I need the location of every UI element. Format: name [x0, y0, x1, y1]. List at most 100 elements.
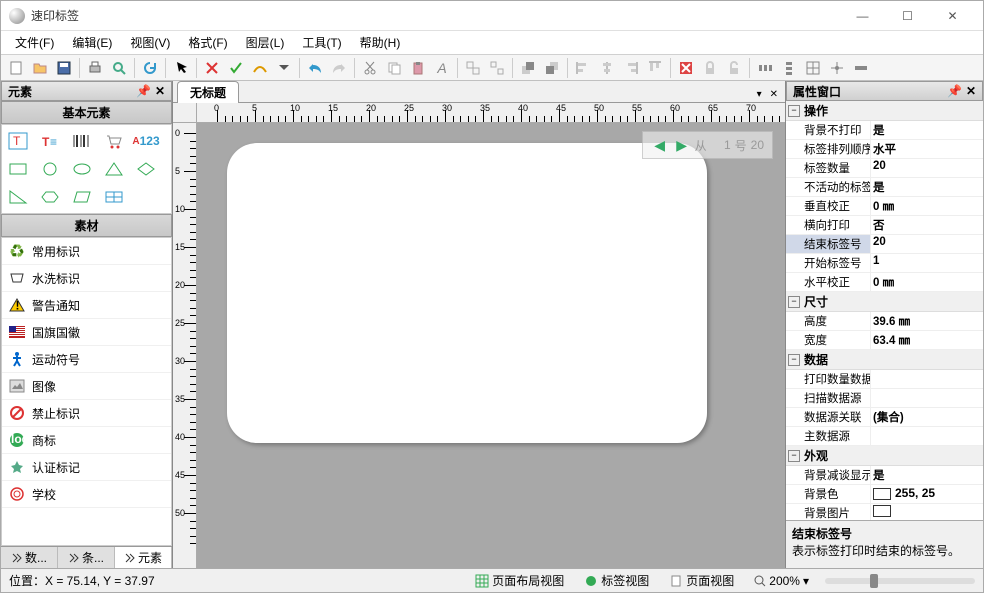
parallelogram-tool-icon[interactable]	[68, 185, 96, 209]
close-icon[interactable]: ✕	[966, 84, 976, 98]
save-icon[interactable]	[53, 57, 75, 79]
group-size[interactable]: −尺寸	[786, 292, 983, 312]
page-view-button[interactable]: 页面视图	[665, 571, 738, 590]
material-school[interactable]: 学校	[2, 481, 171, 508]
richtext-tool-icon[interactable]: T≡	[36, 129, 64, 153]
nav-to-label: 号	[735, 137, 747, 154]
lock-icon[interactable]	[699, 57, 721, 79]
material-warning[interactable]: !警告通知	[2, 292, 171, 319]
menu-layer[interactable]: 图层(L)	[240, 32, 291, 53]
layout-view-button[interactable]: 页面布局视图	[471, 571, 568, 590]
next-page-icon[interactable]: ▶	[673, 136, 691, 154]
measure-icon[interactable]	[850, 57, 872, 79]
new-file-icon[interactable]	[5, 57, 27, 79]
text-tool-icon[interactable]: T	[4, 129, 32, 153]
zoom-slider[interactable]	[825, 578, 975, 584]
material-prohibit[interactable]: 禁止标识	[2, 400, 171, 427]
dist-v-icon[interactable]	[778, 57, 800, 79]
pin-icon[interactable]: 📌	[947, 84, 962, 98]
collapse-icon[interactable]: −	[788, 354, 800, 366]
material-sport[interactable]: 运动符号	[2, 346, 171, 373]
unlock-icon[interactable]	[723, 57, 745, 79]
hexagon-tool-icon[interactable]	[36, 185, 64, 209]
preview-icon[interactable]	[108, 57, 130, 79]
canvas-viewport[interactable]	[197, 123, 785, 568]
lock-warning-icon[interactable]	[675, 57, 697, 79]
material-header: 素材	[1, 214, 172, 237]
diamond-tool-icon[interactable]	[132, 157, 160, 181]
vertical-ruler[interactable]: 05101520253035404550	[173, 123, 197, 568]
align-right-icon[interactable]	[620, 57, 642, 79]
pin-icon[interactable]: 📌	[136, 84, 151, 98]
label-canvas[interactable]	[227, 143, 707, 443]
check-icon[interactable]	[225, 57, 247, 79]
send-back-icon[interactable]	[541, 57, 563, 79]
menu-file[interactable]: 文件(F)	[9, 32, 60, 53]
open-file-icon[interactable]	[29, 57, 51, 79]
close-icon[interactable]: ✕	[155, 84, 165, 98]
copy-icon[interactable]	[383, 57, 405, 79]
collapse-icon[interactable]: −	[788, 296, 800, 308]
snap-icon[interactable]	[826, 57, 848, 79]
material-wash[interactable]: 水洗标识	[2, 265, 171, 292]
ungroup-icon[interactable]	[486, 57, 508, 79]
minimize-button[interactable]: —	[840, 1, 885, 31]
tab-barcode[interactable]: 条...	[58, 547, 115, 568]
tab-data[interactable]: 数...	[1, 547, 58, 568]
rect-tool-icon[interactable]	[4, 157, 32, 181]
group-data[interactable]: −数据	[786, 350, 983, 370]
group-appearance[interactable]: −外观	[786, 446, 983, 466]
align-center-icon[interactable]	[596, 57, 618, 79]
dropdown-icon[interactable]	[273, 57, 295, 79]
menu-help[interactable]: 帮助(H)	[354, 32, 407, 53]
material-image[interactable]: 图像	[2, 373, 171, 400]
menu-format[interactable]: 格式(F)	[182, 32, 233, 53]
align-top-icon[interactable]	[644, 57, 666, 79]
group-operation[interactable]: −操作	[786, 101, 983, 121]
document-tab[interactable]: 无标题	[177, 81, 239, 103]
pointer-icon[interactable]	[170, 57, 192, 79]
grid-icon[interactable]	[802, 57, 824, 79]
text-icon[interactable]: A	[431, 57, 453, 79]
print-icon[interactable]	[84, 57, 106, 79]
zoom-level[interactable]: 200% ▾	[750, 573, 813, 589]
ellipse-tool-icon[interactable]	[68, 157, 96, 181]
undo-icon[interactable]	[304, 57, 326, 79]
bring-front-icon[interactable]	[517, 57, 539, 79]
cart-tool-icon[interactable]	[100, 129, 128, 153]
collapse-icon[interactable]: −	[788, 450, 800, 462]
menu-view[interactable]: 视图(V)	[124, 32, 176, 53]
dist-h-icon[interactable]	[754, 57, 776, 79]
curve-icon[interactable]	[249, 57, 271, 79]
prev-page-icon[interactable]: ◀	[651, 136, 669, 154]
material-trademark[interactable]: log商标	[2, 427, 171, 454]
right-triangle-icon[interactable]	[4, 185, 32, 209]
label-view-button[interactable]: 标签视图	[580, 571, 653, 590]
tab-elements[interactable]: 元素	[115, 547, 172, 568]
material-common[interactable]: ♻️常用标识	[2, 238, 171, 265]
table-tool-icon[interactable]	[100, 185, 128, 209]
redo-icon[interactable]	[328, 57, 350, 79]
menu-tools[interactable]: 工具(T)	[296, 32, 347, 53]
triangle-tool-icon[interactable]	[100, 157, 128, 181]
circle-tool-icon[interactable]	[36, 157, 64, 181]
align-left-icon[interactable]	[572, 57, 594, 79]
paste-icon[interactable]	[407, 57, 429, 79]
menu-edit[interactable]: 编辑(E)	[66, 32, 118, 53]
zoom-thumb[interactable]	[870, 574, 878, 588]
group-icon[interactable]	[462, 57, 484, 79]
close-button[interactable]: ✕	[930, 1, 975, 31]
counter-tool-icon[interactable]: A123	[132, 129, 160, 153]
collapse-icon[interactable]: −	[788, 105, 800, 117]
material-cert[interactable]: 认证标记	[2, 454, 171, 481]
barcode-tool-icon[interactable]	[68, 129, 96, 153]
prop-print-qty: 打印数量数据	[786, 370, 871, 388]
horizontal-ruler[interactable]: 0510152025303540455055606570	[197, 103, 785, 123]
tab-dropdown-icon[interactable]: ▾	[754, 89, 765, 100]
tab-close-icon[interactable]: ✕	[767, 89, 781, 100]
material-flag[interactable]: 国旗国徽	[2, 319, 171, 346]
delete-icon[interactable]	[201, 57, 223, 79]
cut-icon[interactable]	[359, 57, 381, 79]
maximize-button[interactable]: ☐	[885, 1, 930, 31]
refresh-icon[interactable]	[139, 57, 161, 79]
